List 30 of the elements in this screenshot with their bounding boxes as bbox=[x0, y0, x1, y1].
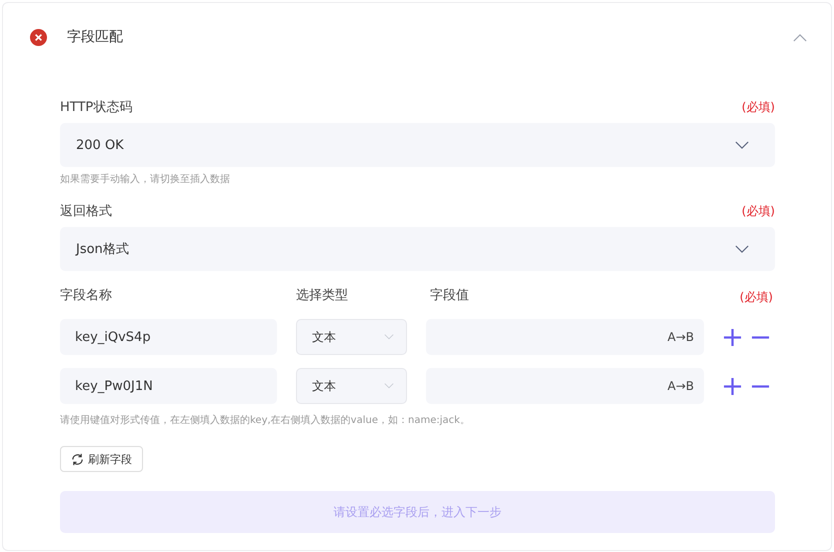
section-title: 字段匹配 bbox=[67, 28, 123, 46]
collapse-icon[interactable] bbox=[793, 32, 807, 42]
required-mark: (必填) bbox=[742, 203, 775, 220]
format-select[interactable]: Json格式 bbox=[60, 227, 775, 271]
chevron-down-icon bbox=[735, 244, 749, 254]
plus-icon[interactable] bbox=[723, 376, 742, 396]
plus-icon[interactable] bbox=[723, 328, 742, 346]
refresh-button[interactable]: 刷新字段 bbox=[60, 446, 143, 472]
type-select[interactable]: 文本 bbox=[296, 368, 407, 404]
status-select[interactable]: 200 OK bbox=[60, 123, 775, 167]
refresh-icon bbox=[71, 452, 84, 466]
chevron-down-icon bbox=[384, 383, 394, 389]
field-value-input[interactable]: A→B bbox=[426, 319, 704, 355]
required-mark: (必填) bbox=[740, 289, 773, 306]
chevron-down-icon bbox=[735, 140, 749, 150]
field-name-input[interactable]: key_Pw0J1N bbox=[60, 368, 277, 404]
column-header: 选择类型 bbox=[296, 286, 349, 304]
type-select[interactable]: 文本 bbox=[296, 319, 407, 355]
mapping-button[interactable]: A→B bbox=[668, 330, 694, 344]
chevron-down-icon bbox=[384, 334, 394, 340]
field-label: 返回格式 bbox=[60, 203, 112, 220]
hint-text: 请使用键值对形式传值，在左侧填入数据的key,在右侧填入数据的value，如：name:jack。 bbox=[60, 414, 471, 427]
column-header: 字段名称 bbox=[60, 286, 113, 304]
required-mark: (必填) bbox=[742, 99, 775, 116]
field-name-input[interactable]: key_iQvS4p bbox=[60, 319, 277, 355]
field-label: HTTP状态码 bbox=[60, 99, 132, 116]
field-value-input[interactable]: A→B bbox=[426, 368, 704, 404]
mapping-button[interactable]: A→B bbox=[668, 379, 694, 393]
column-header: 字段值 bbox=[429, 286, 470, 304]
hint-text: 如果需要手动输入，请切换至插入数据 bbox=[60, 172, 231, 186]
